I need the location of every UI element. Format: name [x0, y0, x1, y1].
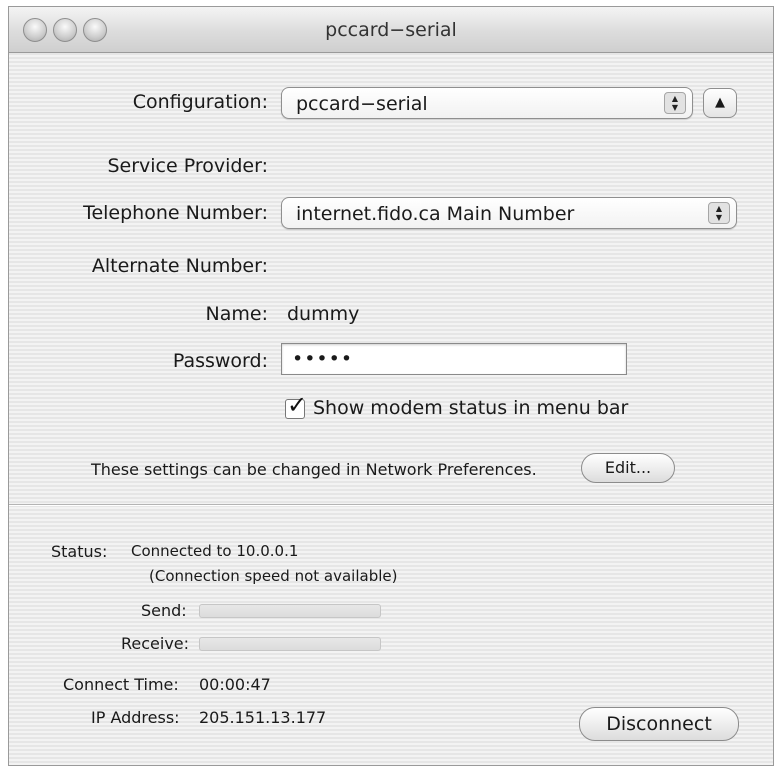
status-line-1: Connected to 10.0.0.1 — [131, 542, 299, 560]
ip-address-label: IP Address: — [91, 708, 180, 727]
service-provider-label: Service Provider: — [107, 155, 268, 177]
up-down-chevron-icon: ▲ ▼ — [708, 202, 730, 224]
name-label: Name: — [205, 303, 268, 325]
window-title: pccard−serial — [325, 19, 457, 41]
edit-button[interactable]: Edit... — [581, 453, 675, 483]
telephone-number-popup[interactable]: internet.fido.ca Main Number ▲ ▼ — [281, 197, 737, 229]
telephone-number-value: internet.fido.ca Main Number — [296, 203, 575, 225]
receive-label: Receive: — [121, 634, 190, 653]
settings-note: These settings can be changed in Network… — [91, 460, 537, 479]
up-down-chevron-icon: ▲ ▼ — [664, 92, 686, 114]
password-field[interactable]: ••••• — [281, 343, 627, 375]
status-label: Status: — [51, 542, 108, 561]
configuration-label: Configuration: — [132, 91, 268, 113]
configuration-popup[interactable]: pccard−serial ▲ ▼ — [281, 87, 693, 119]
ip-address-value: 205.151.13.177 — [199, 708, 327, 727]
connect-time-label: Connect Time: — [63, 675, 179, 694]
connection-window: pccard−serial Configuration: pccard−seri… — [8, 6, 774, 766]
password-value: ••••• — [292, 348, 354, 370]
disconnect-button[interactable]: Disconnect — [579, 707, 739, 741]
name-value: dummy — [287, 303, 360, 325]
alternate-number-label: Alternate Number: — [91, 255, 268, 277]
title-bar[interactable]: pccard−serial — [9, 7, 773, 53]
checkmark-icon: ✓ — [287, 391, 308, 419]
triangle-up-icon: ▲ — [715, 95, 725, 110]
show-modem-status-label[interactable]: Show modem status in menu bar — [313, 397, 628, 419]
collapse-button[interactable]: ▲ — [703, 88, 737, 118]
configuration-value: pccard−serial — [296, 93, 428, 115]
receive-progress-bar — [199, 637, 381, 651]
telephone-number-label: Telephone Number: — [83, 202, 268, 224]
show-modem-status-checkbox[interactable]: ✓ — [285, 391, 307, 419]
send-progress-bar — [199, 604, 381, 618]
divider — [9, 504, 773, 506]
send-label: Send: — [141, 601, 187, 620]
connect-time-value: 00:00:47 — [199, 675, 271, 694]
password-label: Password: — [172, 350, 268, 372]
status-line-2: (Connection speed not available) — [149, 567, 398, 585]
